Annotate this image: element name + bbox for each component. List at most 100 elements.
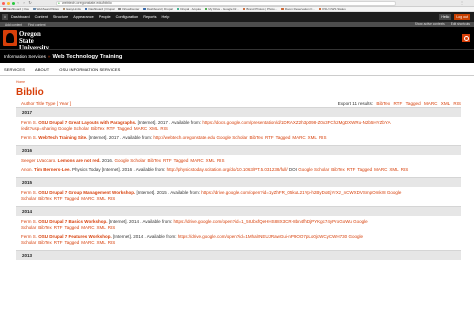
publication-title-link[interactable]: OSU Drupal 7 Group Management Workshop. bbox=[38, 190, 135, 195]
citation-ris-link[interactable]: RIS bbox=[217, 158, 225, 163]
bookmark-item[interactable]: OSU CWS Status bbox=[318, 7, 346, 11]
author-link[interactable]: Ferm S. bbox=[21, 135, 37, 140]
export-tagged-link[interactable]: Tagged bbox=[406, 101, 421, 106]
citation-tagged-link[interactable]: Tagged bbox=[64, 196, 79, 201]
export-ris-link[interactable]: RIS bbox=[453, 101, 461, 106]
publication-title-link[interactable]: OSU Drupal 7 Great Layouts with Paragrap… bbox=[38, 120, 136, 125]
citation-ris-link[interactable]: RIS bbox=[319, 135, 327, 140]
nav-about[interactable]: ABOUT bbox=[35, 67, 49, 72]
citation-marc-link[interactable]: MARC bbox=[190, 158, 203, 163]
bookmark-item[interactable]: My Drive - Google Dr... bbox=[204, 7, 239, 11]
sort-year-link[interactable]: [ Year ] bbox=[57, 101, 71, 106]
nav-osu-information-services[interactable]: OSU INFORMATION SERVICES bbox=[59, 67, 120, 72]
citation-ris-link[interactable]: RIS bbox=[108, 240, 116, 245]
citation-tagged-link[interactable]: Tagged bbox=[64, 225, 79, 230]
citation-marc-link[interactable]: MARC bbox=[134, 126, 147, 131]
citation-rtf-link[interactable]: RTF bbox=[54, 196, 63, 201]
export-xml-link[interactable]: XML bbox=[441, 101, 450, 106]
citation-rtf-link[interactable]: RTF bbox=[54, 225, 63, 230]
citation-google-scholar-link[interactable]: Google Scholar bbox=[216, 135, 247, 140]
citation-tagged-link[interactable]: Tagged bbox=[276, 135, 291, 140]
citation-ris-link[interactable]: RIS bbox=[401, 167, 409, 172]
citation-google-scholar-link[interactable]: Google Scholar bbox=[298, 167, 329, 172]
shortcut-find-content[interactable]: Find content bbox=[28, 23, 46, 27]
back-icon[interactable]: ‹ bbox=[16, 1, 20, 5]
citation-ris-link[interactable]: RIS bbox=[160, 126, 168, 131]
citation-bibtex-link[interactable]: BibTex bbox=[249, 135, 263, 140]
nav-services[interactable]: SERVICES bbox=[4, 67, 25, 72]
citation-marc-link[interactable]: MARC bbox=[81, 196, 94, 201]
citation-tagged-link[interactable]: Tagged bbox=[64, 240, 79, 245]
edit-shortcuts-link[interactable]: Edit shortcuts bbox=[451, 22, 470, 26]
bookmark-item[interactable]: Dashboard | Drupal bbox=[143, 7, 173, 11]
citation-ris-link[interactable]: RIS bbox=[108, 196, 116, 201]
address-bar[interactable]: ● webtech.oregonstate.edu/biblio bbox=[56, 1, 396, 6]
author-link[interactable]: Anon. bbox=[21, 167, 33, 172]
citation-bibtex-link[interactable]: BibTex bbox=[91, 126, 105, 131]
citation-tagged-link[interactable]: Tagged bbox=[117, 126, 132, 131]
citation-tagged-link[interactable]: Tagged bbox=[174, 158, 189, 163]
citation-xml-link[interactable]: XML bbox=[96, 225, 105, 230]
admin-menu-help[interactable]: Help bbox=[162, 15, 170, 19]
bookmark-item[interactable]: Drupal · Acquia bbox=[176, 7, 201, 11]
admin-menu-dashboard[interactable]: Dashboard bbox=[11, 15, 30, 19]
citation-xml-link[interactable]: XML bbox=[149, 126, 158, 131]
citation-xml-link[interactable]: XML bbox=[389, 167, 398, 172]
close-window-button[interactable] bbox=[2, 2, 5, 5]
citation-xml-link[interactable]: XML bbox=[96, 240, 105, 245]
publication-title-link[interactable]: WebTech Training Site. bbox=[38, 135, 87, 140]
admin-menu-content[interactable]: Content bbox=[35, 15, 48, 19]
author-link[interactable]: Seeger LVaccaro. bbox=[21, 158, 56, 163]
publication-title-link[interactable]: Tim Berners-Lee. bbox=[34, 167, 71, 172]
search-icon[interactable] bbox=[462, 34, 470, 42]
publication-url-link[interactable]: https://drive.google.com/open?id=1yZhFR_… bbox=[201, 190, 385, 195]
author-link[interactable]: Ferm S. bbox=[21, 120, 37, 125]
bookmark-item[interactable]: Room Reservation F... bbox=[281, 7, 315, 11]
publication-url-link[interactable]: https://docs.google.com/presentation/d/1… bbox=[202, 120, 390, 125]
bookmark-item[interactable]: Brand Photos | Photo... bbox=[242, 7, 277, 11]
breadcrumb[interactable]: Home bbox=[16, 80, 25, 84]
bookmark-item[interactable]: EasyLimits bbox=[62, 7, 81, 11]
citation-marc-link[interactable]: MARC bbox=[81, 225, 94, 230]
citation-rtf-link[interactable]: RTF bbox=[163, 158, 172, 163]
citation-google-scholar-link[interactable]: Google Scholar bbox=[114, 158, 145, 163]
publication-url-link[interactable]: /edit?usp=sharing bbox=[21, 126, 57, 131]
citation-bibtex-link[interactable]: BibTex bbox=[38, 225, 52, 230]
citation-bibtex-link[interactable]: BibTex bbox=[38, 240, 52, 245]
citation-bibtex-link[interactable]: BibTex bbox=[331, 167, 345, 172]
parent-site-link[interactable]: Information Services bbox=[4, 54, 46, 59]
citation-tagged-link[interactable]: Tagged bbox=[357, 167, 372, 172]
publication-url-link[interactable]: https://drive.google.com/open?id=1_5IUbx… bbox=[173, 219, 351, 224]
admin-menu-people[interactable]: People bbox=[99, 15, 111, 19]
publication-url-link[interactable]: http://webtech.oregonstate.edu bbox=[153, 135, 215, 140]
site-title[interactable]: Web Technology Training bbox=[52, 54, 122, 60]
citation-google-scholar-link[interactable]: Google Scholar bbox=[58, 126, 89, 131]
sort-type-link[interactable]: Type bbox=[45, 101, 55, 106]
publication-url-link[interactable]: https://drive.google.com/open?id=1MhalrN… bbox=[178, 234, 347, 239]
logout-button[interactable]: Log out bbox=[454, 14, 470, 20]
osu-logo[interactable]: Oregon State University bbox=[3, 29, 51, 52]
admin-menu-reports[interactable]: Reports bbox=[143, 15, 156, 19]
user-hello-link[interactable]: Hello bbox=[439, 14, 452, 20]
citation-ris-link[interactable]: RIS bbox=[108, 225, 116, 230]
author-link[interactable]: Ferm S. bbox=[21, 190, 37, 195]
show-active-contexts-link[interactable]: Show active contexts bbox=[415, 22, 445, 26]
minimize-window-button[interactable] bbox=[7, 2, 10, 5]
citation-xml-link[interactable]: XML bbox=[308, 135, 317, 140]
admin-menu-structure[interactable]: Structure bbox=[53, 15, 68, 19]
admin-menu-appearance[interactable]: Appearance bbox=[73, 15, 93, 19]
citation-xml-link[interactable]: XML bbox=[206, 158, 215, 163]
export-rtf-link[interactable]: RTF bbox=[393, 101, 402, 106]
author-link[interactable]: Ferm S. bbox=[21, 219, 37, 224]
author-link[interactable]: Ferm S. bbox=[21, 234, 37, 239]
citation-rtf-link[interactable]: RTF bbox=[54, 240, 63, 245]
sort-title-link[interactable]: Title bbox=[36, 101, 45, 106]
citation-rtf-link[interactable]: RTF bbox=[347, 167, 356, 172]
bookmark-item[interactable]: Dashboard | Drupal bbox=[84, 7, 114, 11]
citation-rtf-link[interactable]: RTF bbox=[265, 135, 274, 140]
menu-icon[interactable]: ⋮ bbox=[460, 1, 464, 5]
citation-rtf-link[interactable]: RTF bbox=[106, 126, 115, 131]
export-marc-link[interactable]: MARC bbox=[424, 101, 438, 106]
citation-marc-link[interactable]: MARC bbox=[292, 135, 305, 140]
citation-bibtex-link[interactable]: BibTex bbox=[38, 196, 52, 201]
